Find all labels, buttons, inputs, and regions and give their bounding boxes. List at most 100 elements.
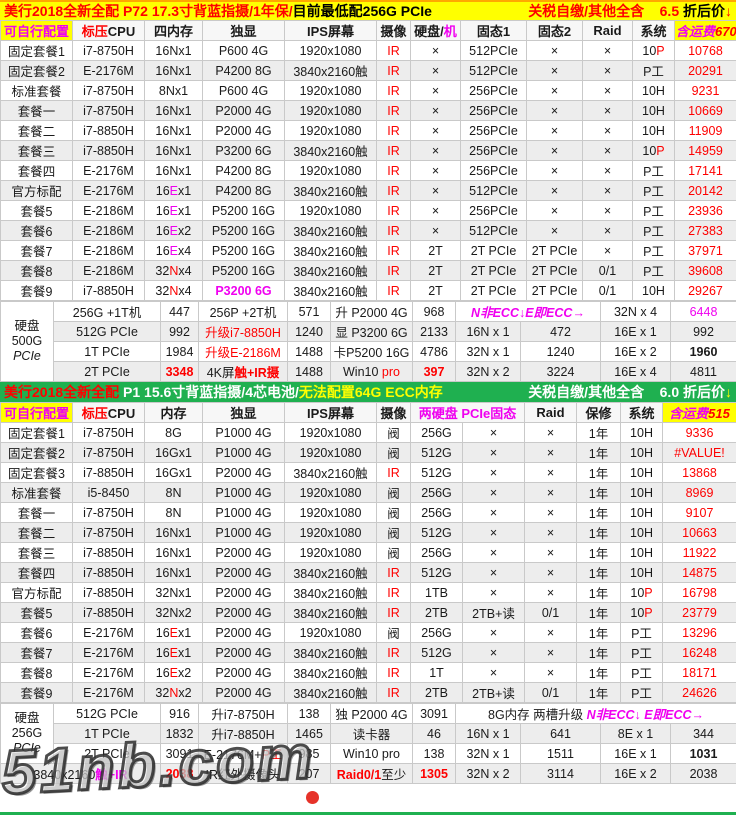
config-row: 套餐5E-2186M16Ex1P5200 16G1920x1080IR×256P… <box>1 201 736 221</box>
cell: 8E x 1 <box>601 724 671 744</box>
cell: 8969 <box>663 483 736 503</box>
cell: × <box>525 643 577 663</box>
cell: 1031 <box>671 744 736 764</box>
cell: 1984 <box>161 342 199 362</box>
cell: × <box>463 463 525 483</box>
cell: E-2186M <box>73 221 145 241</box>
cell: 16Ex2 <box>145 221 203 241</box>
cell: P1000 4G <box>203 423 285 443</box>
cell: 1年 <box>577 523 621 543</box>
header-cell: 摄像 <box>377 21 411 41</box>
cell: 4786 <box>413 342 456 362</box>
p72-section: 美行2018全新全配 P72 17.3寸背蓝指摄/1年保/目前最低配256G P… <box>0 0 736 382</box>
config-row: 套餐9E-2176M32Nx2P2000 4G3840x2160触IR2TB2T… <box>1 683 736 703</box>
cell: P工 <box>633 261 675 281</box>
cell: 992 <box>161 322 199 342</box>
cell: 397 <box>413 362 456 382</box>
cell: 256G <box>411 543 463 563</box>
cell: 套餐8 <box>1 261 73 281</box>
cell: 512G PCIe <box>54 322 161 342</box>
cell: 2TB+读 <box>463 683 525 703</box>
cell: × <box>583 101 633 121</box>
cell: 1年 <box>577 643 621 663</box>
upgrade-row: 3840x2160触+IR2038IR红外摄像头207Raid0/1至少1305… <box>1 764 736 784</box>
cell: 10H <box>621 443 663 463</box>
cell: 标准套餐 <box>1 81 73 101</box>
config-row: 套餐9i7-8850H32Nx4P3200 6G3840x2160触IR2T2T… <box>1 281 736 301</box>
cell: P5200 16G <box>203 221 285 241</box>
p1-upgrade-table: 硬盘 256G PCIe512G PCIe916升i7-8750H138独 P2… <box>0 703 736 784</box>
text-segment: 硬盘/ <box>414 24 444 39</box>
cell: 固定套餐2 <box>1 61 73 81</box>
cell: 2038 <box>161 764 199 784</box>
cell: P工 <box>621 683 663 703</box>
text-segment: 标压 <box>82 24 108 39</box>
cell: 571 <box>288 302 331 322</box>
config-row: 固定套餐3i7-8850H16Gx1P2000 4G3840x2160触IR51… <box>1 463 736 483</box>
cell: 256PCIe <box>461 81 527 101</box>
config-row: 套餐8E-2186M32Nx4P5200 16G3840x2160触IR2T2T… <box>1 261 736 281</box>
cell: 升级E-2186M <box>199 342 288 362</box>
cell: × <box>463 443 525 463</box>
upgrade-row: 512G PCIe992升级i7-8850H1240显 P3200 6G2133… <box>1 322 736 342</box>
cell: × <box>525 463 577 483</box>
cell: 3840x2160触 <box>285 463 377 483</box>
cell: 1T PCIe <box>54 342 161 362</box>
p72-title-right: 关税自缴/其他全含 6.5 折后价↓ <box>528 1 732 20</box>
text-segment: 关税自缴/其他全含 <box>528 384 644 400</box>
cell: IR <box>377 683 411 703</box>
text-segment: x2 <box>178 686 191 700</box>
cell: 641 <box>521 724 601 744</box>
cell: 512PCIe <box>461 41 527 61</box>
cell: 读卡器 <box>331 724 413 744</box>
cell: 256P +2T机 <box>199 302 288 322</box>
cell: 16E x 4 <box>601 362 671 382</box>
cell: P3200 6G <box>203 281 285 301</box>
text-segment: P <box>656 44 664 58</box>
text-segment: E <box>170 646 178 660</box>
cell: i7-8850H <box>73 121 145 141</box>
p1-config-table: 可自行配置标压CPU内存独显IPS屏幕摄像两硬盘 PCIe固态Raid保修系统含… <box>0 402 736 703</box>
cell: 1年 <box>577 603 621 623</box>
text-segment: E-2176M+ <box>204 748 262 762</box>
cell: IR <box>377 563 411 583</box>
text-segment: E <box>170 184 178 198</box>
cell: 32Nx1 <box>145 583 203 603</box>
cell: × <box>411 181 461 201</box>
cell: 硬盘 500G PCIe <box>1 302 54 382</box>
cell: IR <box>377 61 411 81</box>
p1-section: 美行2018全新全配 P1 15.6寸背蓝指摄/4芯电池/无法配置64G ECC… <box>0 382 736 784</box>
cell: 1年 <box>577 663 621 683</box>
cell: × <box>463 483 525 503</box>
cell: 1920x1080 <box>285 543 377 563</box>
cell: 9107 <box>663 503 736 523</box>
cell: 16Gx1 <box>145 443 203 463</box>
cell: × <box>411 61 461 81</box>
cell: × <box>527 201 583 221</box>
cell: 18171 <box>663 663 736 683</box>
cell: 套餐9 <box>1 683 73 703</box>
text-segment: 6.5 <box>644 3 683 19</box>
text-segment: 标压 <box>82 406 108 421</box>
cell: 16E x 1 <box>601 744 671 764</box>
cell: × <box>583 181 633 201</box>
cell: i5-8450 <box>73 483 145 503</box>
header-cell: 摄像 <box>377 403 411 423</box>
config-row: 官方标配i7-8850H32Nx1P2000 4G3840x2160触IR1TB… <box>1 583 736 603</box>
cell: 16Nx1 <box>145 41 203 61</box>
cell: 阀 <box>377 443 411 463</box>
cell: 2T PCIe <box>527 281 583 301</box>
cell: 16Nx1 <box>145 161 203 181</box>
cell: 10H <box>621 423 663 443</box>
text-segment: E <box>170 666 178 680</box>
text-segment: 折后价 <box>683 384 725 400</box>
cell: 1年 <box>577 623 621 643</box>
cell: 512G <box>411 643 463 663</box>
cell: 16N x 1 <box>456 322 521 342</box>
cell: P2000 4G <box>203 603 285 623</box>
cell: 8G <box>145 423 203 443</box>
cell: 升级i7-8850H <box>199 322 288 342</box>
cell: × <box>583 201 633 221</box>
cell: 套餐二 <box>1 523 73 543</box>
cell: 1年 <box>577 423 621 443</box>
